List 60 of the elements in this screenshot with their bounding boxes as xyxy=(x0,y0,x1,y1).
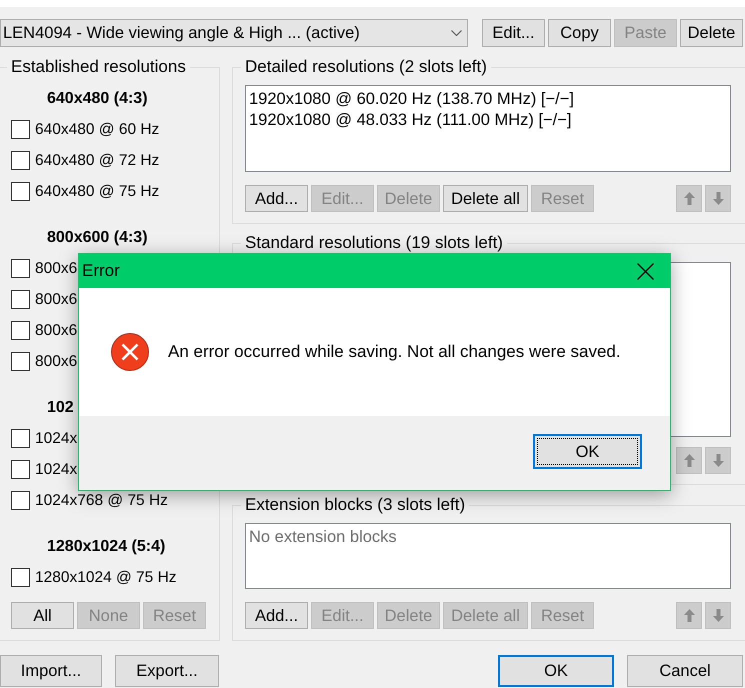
edit-button[interactable]: Edit... xyxy=(482,19,545,47)
checkbox[interactable] xyxy=(11,120,30,139)
checkbox-label[interactable]: 640x480 @ 60 Hz xyxy=(35,122,160,138)
checkbox-label[interactable]: 640x480 @ 72 Hz xyxy=(35,152,160,168)
checkbox[interactable] xyxy=(11,429,30,448)
arrow-up-icon xyxy=(684,454,694,467)
add-button[interactable]: Add... xyxy=(245,602,308,629)
checkbox-label[interactable]: 800x6 xyxy=(35,260,78,276)
arrow-up-icon xyxy=(684,192,694,205)
checkbox[interactable] xyxy=(11,290,30,309)
delete-button[interactable]: Delete xyxy=(680,19,743,47)
list-box[interactable]: 1920x1080 @ 60.020 Hz (138.70 MHz) [−/−] 1920x1080 @ 48.033 Hz (111.00 MHz) [−/−] xyxy=(245,85,731,172)
cancel-button[interactable]: Cancel xyxy=(627,655,743,687)
resolution-heading: 800x600 (4:3) xyxy=(47,228,148,246)
arrow-up-icon xyxy=(684,609,694,622)
list-item[interactable]: 1920x1080 @ 48.033 Hz (111.00 MHz) [−/−] xyxy=(246,110,574,131)
copy-button[interactable]: Copy xyxy=(548,19,611,47)
checkbox-label[interactable]: 1024x xyxy=(35,430,78,446)
dialog-title: Error xyxy=(82,262,120,280)
close-button[interactable] xyxy=(635,260,656,282)
arrow-down-icon xyxy=(712,609,724,622)
delete-all-button[interactable]: Delete all xyxy=(443,185,528,212)
error-icon xyxy=(111,333,149,371)
checkbox-label[interactable]: 800x6 xyxy=(35,292,78,308)
empty-list-text: No extension blocks xyxy=(249,527,397,548)
arrow-down-icon xyxy=(712,454,724,467)
ok-button[interactable]: OK xyxy=(533,434,642,469)
checkbox-label[interactable]: 800x6 xyxy=(35,322,78,338)
resolution-heading: 1280x1024 (5:4) xyxy=(47,538,166,556)
arrow-down-icon xyxy=(712,192,724,205)
checkbox-label[interactable]: 800x6 xyxy=(35,354,78,370)
checkbox[interactable] xyxy=(11,460,30,479)
close-icon xyxy=(637,262,654,280)
list-box[interactable]: No extension blocks xyxy=(245,523,731,589)
export-button[interactable]: Export... xyxy=(115,655,219,687)
profile-dropdown[interactable]: LEN4094 - Wide viewing angle & High ... (active) xyxy=(0,19,468,47)
checkbox[interactable] xyxy=(11,352,30,371)
group-title: Standard resolutions (19 slots left) xyxy=(244,234,504,252)
chevron-down-icon xyxy=(451,30,462,36)
group-title: Detailed resolutions (2 slots left) xyxy=(244,58,488,76)
group-title: Extension blocks (3 slots left) xyxy=(244,496,466,514)
error-message: An error occurred while saving. Not all changes were saved. xyxy=(168,342,621,362)
checkbox[interactable] xyxy=(11,151,30,170)
checkbox[interactable] xyxy=(11,182,30,201)
checkbox-label[interactable]: 1024x768 @ 75 Hz xyxy=(35,492,168,508)
checkbox[interactable] xyxy=(11,259,30,278)
import-button[interactable]: Import... xyxy=(0,655,102,687)
resolution-heading: 640x480 (4:3) xyxy=(47,90,148,108)
checkbox[interactable] xyxy=(11,491,30,510)
ok-button[interactable]: OK xyxy=(498,655,614,687)
select-all-button[interactable]: All xyxy=(11,602,74,629)
checkbox[interactable] xyxy=(11,321,30,340)
add-button[interactable]: Add... xyxy=(245,185,308,212)
checkbox[interactable] xyxy=(11,568,30,587)
group-title: Established resolutions xyxy=(10,58,187,76)
list-item[interactable]: 1920x1080 @ 60.020 Hz (138.70 MHz) [−/−] xyxy=(246,89,577,110)
checkbox-label[interactable]: 1280x1024 @ 75 Hz xyxy=(35,570,177,586)
checkbox-label[interactable]: 1024x xyxy=(35,462,78,478)
resolution-heading: 102 xyxy=(47,398,74,416)
checkbox-label[interactable]: 640x480 @ 75 Hz xyxy=(35,184,160,200)
